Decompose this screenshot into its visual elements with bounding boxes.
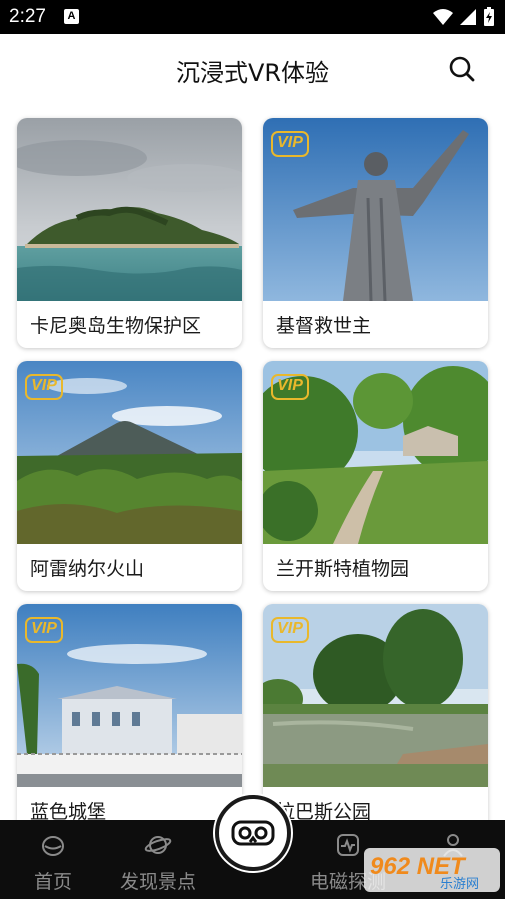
nav-item-home[interactable]: 首页 (8, 820, 98, 899)
planet-icon (144, 836, 172, 854)
nav-item-discover[interactable]: 发现景点 (110, 820, 206, 899)
vip-badge: VIP (271, 374, 309, 400)
app-header: 沉浸式VR体验 (0, 34, 505, 106)
status-bar: 2:27 A (0, 0, 505, 34)
scenic-card-christ-redeemer[interactable]: VIP 基督救世主 (263, 118, 488, 348)
nav-label: 首页 (33, 871, 72, 893)
vip-badge: VIP (271, 617, 309, 643)
card-label: 卡尼奥岛生物保护区 (30, 315, 202, 337)
card-label: 兰开斯特植物园 (276, 558, 410, 580)
card-image (17, 118, 242, 301)
search-icon (449, 56, 475, 82)
card-label: 阿雷纳尔火山 (30, 558, 145, 580)
scenic-card-arenal-volcano[interactable]: VIP 阿雷纳尔火山 (17, 361, 242, 591)
card-label: 基督救世主 (276, 315, 372, 337)
scenic-card-blue-castle[interactable]: VIP 蓝色城堡 (17, 604, 242, 834)
watermark-logo: 962 NET 乐游网 (362, 844, 504, 896)
watermark-sub: 乐游网 (440, 877, 479, 892)
status-icons (433, 7, 495, 27)
vr-center-button[interactable] (215, 795, 291, 871)
vr-headset-icon (231, 820, 275, 846)
wifi-icon (433, 9, 453, 25)
vip-badge: VIP (25, 617, 63, 643)
watermark-number: 962 NET (370, 853, 467, 880)
scenic-card-lankester-garden[interactable]: VIP 兰开斯特植物园 (263, 361, 488, 591)
notification-a-icon: A (64, 9, 79, 24)
battery-icon (484, 7, 494, 26)
vip-badge: VIP (25, 374, 63, 400)
search-button[interactable] (447, 54, 477, 84)
scenic-card-la-paz-park[interactable]: VIP 拉巴斯公园 (263, 604, 488, 834)
cell-signal-icon (460, 9, 476, 25)
pulse-icon (337, 834, 359, 856)
nav-label: 发现景点 (119, 871, 196, 893)
status-time: 2:27 (9, 6, 46, 27)
page-title: 沉浸式VR体验 (175, 59, 330, 87)
vip-badge: VIP (271, 131, 309, 157)
scenic-card-caño-island[interactable]: 卡尼奥岛生物保护区 (17, 118, 242, 348)
home-icon (42, 836, 64, 856)
